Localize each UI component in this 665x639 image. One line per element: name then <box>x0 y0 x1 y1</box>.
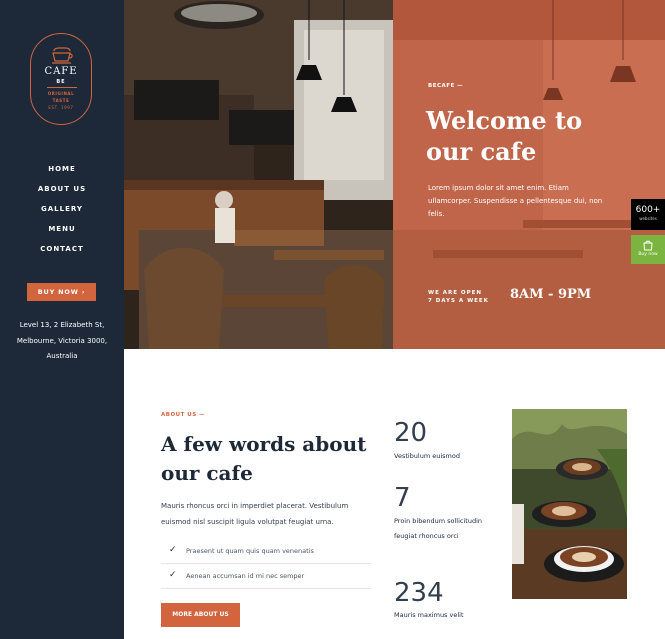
stat-label: Mauris maximus velit <box>394 611 464 619</box>
about-heading: A few words about our cafe <box>161 430 391 488</box>
sales-count-label: websites <box>639 216 657 221</box>
nav-item-contact[interactable]: CONTACT <box>0 245 124 265</box>
cafe-logo[interactable]: CAFE BE ORIGINAL TASTE EST. 1997 <box>30 33 92 125</box>
buy-now-badge-label: Buy now <box>638 252 658 257</box>
hero-title-line-2: our cafe <box>426 137 537 166</box>
nav-item-about-us[interactable]: ABOUT US <box>0 185 124 205</box>
hero-description: Lorem ipsum dolor sit amet enim. Etiam u… <box>428 184 603 219</box>
opening-hours: 8AM - 9PM <box>510 287 592 302</box>
about-label: ABOUT US — <box>161 412 206 418</box>
logo-line-2: TASTE <box>52 98 70 103</box>
main-nav: HOME ABOUT US GALLERY MENU CONTACT <box>0 165 124 265</box>
check-icon: ✓ <box>169 570 177 580</box>
stat-label: Proin bibendum sollicitudin feugiat rhon… <box>394 517 483 540</box>
address: Level 13, 2 Elizabeth St, Melbourne, Vic… <box>4 318 120 365</box>
address-line-2: Melbourne, Victoria 3000, <box>16 336 108 345</box>
nav-item-menu[interactable]: MENU <box>0 225 124 245</box>
opening-days-line-1: WE ARE OPEN <box>428 290 482 296</box>
address-line-3: Australia <box>46 352 78 360</box>
nav-item-home[interactable]: HOME <box>0 165 124 185</box>
coffee-cup-icon <box>52 47 73 64</box>
shopping-bag-icon <box>643 240 653 251</box>
check-item-text: Praesent ut quam quis quam venenatis <box>186 547 314 555</box>
check-item: ✓ Praesent ut quam quis quam venenatis <box>161 540 371 564</box>
logo-line-3: EST. 1997 <box>48 105 74 110</box>
about-heading-line-2: our cafe <box>161 461 253 485</box>
nav-item-gallery[interactable]: GALLERY <box>0 205 124 225</box>
logo-name: CAFE <box>44 66 78 77</box>
opening-days: WE ARE OPEN 7 DAYS A WEEK <box>428 289 489 305</box>
stat-number: 20 <box>394 418 428 448</box>
stat-label: Vestibulum euismod <box>394 452 460 460</box>
about-paragraph: Mauris rhoncus orci in imperdiet placera… <box>161 502 349 526</box>
hero-banner: BECAFE — Welcome to our cafe Lorem ipsum… <box>124 0 665 349</box>
logo-line-1: ORIGINAL <box>47 91 75 96</box>
check-item: ✓ Aenean accumsan id mi nec semper <box>161 565 371 589</box>
buy-now-button[interactable]: BUY NOW › <box>27 283 96 301</box>
cafe-interior-photo <box>124 0 393 349</box>
buy-now-badge[interactable]: Buy now <box>631 235 665 264</box>
more-about-us-button[interactable]: MORE ABOUT US <box>161 603 240 627</box>
hero-tagline: BECAFE — <box>428 83 464 89</box>
opening-days-line-2: 7 DAYS A WEEK <box>428 298 489 304</box>
sales-badge[interactable]: 600+ websites <box>631 199 665 230</box>
logo-name-2: BE <box>56 79 66 85</box>
sales-count: 600+ <box>635 205 661 215</box>
logo-divider <box>47 87 77 88</box>
hero-title-line-1: Welcome to <box>426 106 583 135</box>
latte-cups-photo <box>512 409 627 599</box>
address-line-1: Level 13, 2 Elizabeth St, <box>19 321 105 329</box>
sidebar: CAFE BE ORIGINAL TASTE EST. 1997 HOME AB… <box>0 0 124 639</box>
check-icon: ✓ <box>169 545 177 555</box>
stat-number: 7 <box>394 483 411 513</box>
hero-title: Welcome to our cafe <box>426 105 626 167</box>
about-heading-line-1: A few words about <box>161 432 367 456</box>
check-item-text: Aenean accumsan id mi nec semper <box>186 572 305 580</box>
stat-number: 234 <box>394 578 444 608</box>
